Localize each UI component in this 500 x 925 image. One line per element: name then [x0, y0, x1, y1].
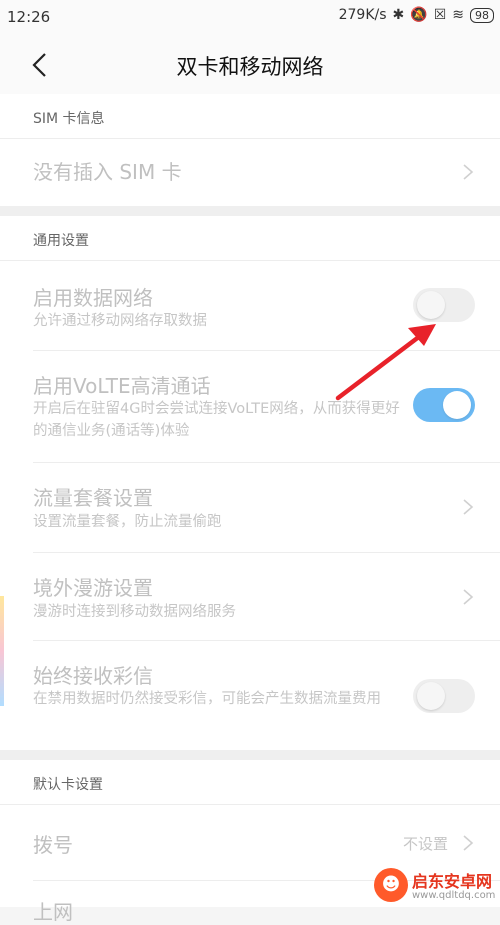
watermark-logo-icon: ☻	[374, 868, 408, 902]
annotation-arrow	[335, 324, 436, 401]
watermark: ☻ 启东安卓网 www.qdltdq.com	[374, 866, 500, 907]
watermark-title: 启东安卓网	[412, 872, 493, 891]
watermark-url: www.qdltdq.com	[412, 890, 496, 901]
